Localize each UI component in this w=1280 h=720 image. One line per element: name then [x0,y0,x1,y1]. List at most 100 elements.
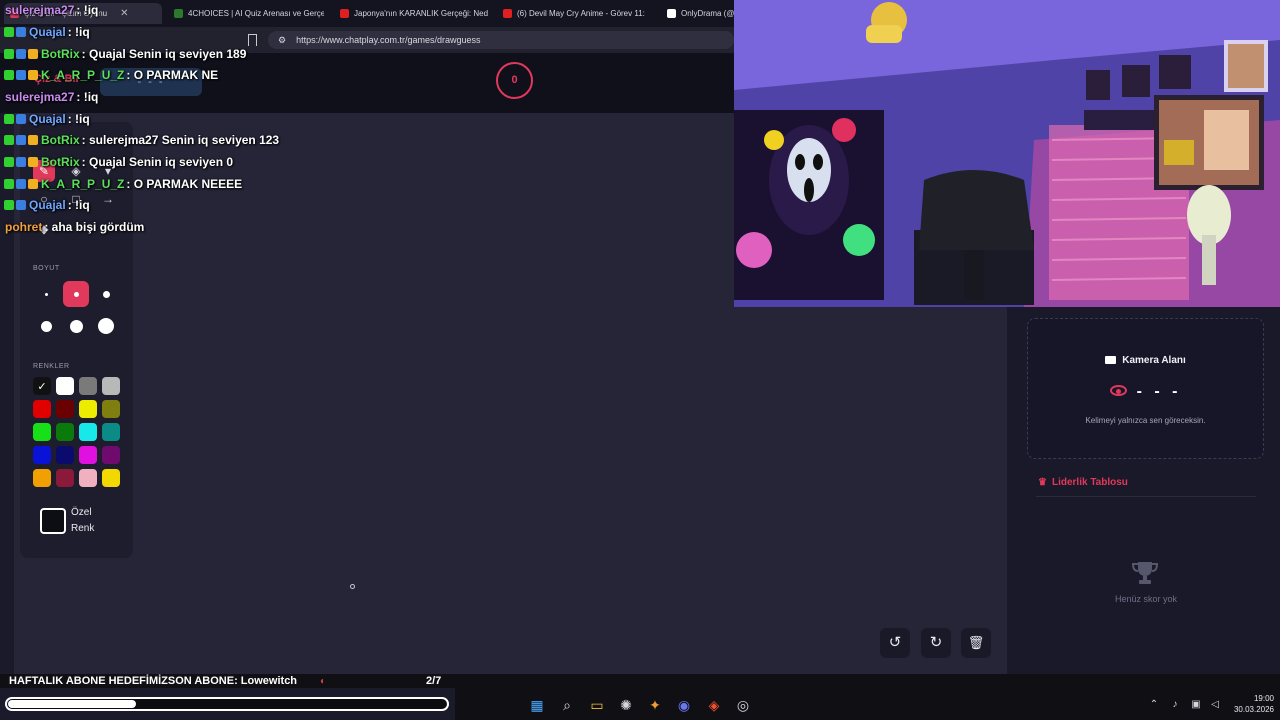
chat-text: : Quajal Senin iq seviyen 189 [81,47,247,61]
chat-badge-icon [4,200,14,210]
undo-button[interactable]: ↺ [880,628,910,658]
chat-text: : aha bişi gördüm [44,220,145,234]
color-swatch[interactable] [102,400,120,418]
chat-text: : !iq [76,90,99,104]
color-swatch[interactable] [33,400,51,418]
color-swatch[interactable] [56,446,74,464]
search-icon[interactable]: ⌕ [559,697,575,713]
windows-icon[interactable]: ▦ [529,697,545,713]
file-explorer-icon[interactable]: ▭ [589,697,605,713]
color-swatch[interactable] [102,377,120,395]
webcam-scene [734,0,1280,307]
chat-username: Quajal [29,112,66,126]
chat-username: pohret [5,220,43,234]
color-swatch[interactable] [102,446,120,464]
color-swatch[interactable] [79,400,97,418]
browser-tab-bar: Çiz & Bil - Çizim Oyunu ✕ 4CHOICES | AI … [0,0,734,27]
chat-username: BotRix [41,133,80,147]
chat-username: K_A_R_P_U_Z [41,68,125,82]
color-swatch[interactable] [33,469,51,487]
chat-badge-icon [16,135,26,145]
clear-canvas-button[interactable]: 🗑 [961,628,991,658]
color-swatch[interactable] [33,423,51,441]
tab-devil-may-cry[interactable]: (6) Devil May Cry Anime - Görev 11: [503,3,653,24]
brave-icon[interactable]: ◈ [706,697,722,713]
trophy-icon [1131,562,1159,584]
custom-color-button[interactable] [40,508,66,534]
color-swatch[interactable] [79,423,97,441]
system-clock[interactable]: 19:00 30.03.2026 [1234,693,1274,715]
chat-text: : !iq [67,25,90,39]
camera-note: Kelimeyi yalnızca sen göreceksin. [1085,416,1206,425]
chat-message: sulerejma27: !iq [4,3,98,17]
microphone-icon[interactable]: ♪ [1167,697,1183,713]
size-button-sm[interactable] [63,281,89,307]
chat-badge-icon [16,157,26,167]
chat-badge-icon [16,70,26,80]
size-button-lg[interactable] [33,313,59,339]
color-swatch[interactable]: ✓ [33,377,51,395]
chevron-up-icon[interactable]: ⌃ [1146,697,1162,713]
tab-onlydrama[interactable]: OnlyDrama (@ [667,3,734,24]
color-swatch[interactable] [56,377,74,395]
tab-4choices[interactable]: 4CHOICES | AI Quiz Arenası ve Gerçe [174,3,324,24]
color-swatch[interactable] [56,400,74,418]
goal-progress-fill [8,700,136,708]
chat-username: Quajal [29,198,66,212]
obs-icon[interactable]: ◎ [735,697,751,713]
color-swatch[interactable] [79,377,97,395]
camera-title-row: Kamera Alanı [1028,355,1263,366]
chatgpt-icon[interactable]: ✺ [618,697,634,713]
goal-count: 2/7 [426,675,442,687]
camera-title: Kamera Alanı [1122,355,1186,366]
network-icon[interactable]: ▣ [1188,697,1204,713]
chat-message: BotRix: Quajal Senin iq seviyen 0 [4,155,233,169]
chat-badge-icon [28,135,38,145]
tab-label: OnlyDrama (@ [681,9,734,18]
url-field[interactable]: ⚙ https://www.chatplay.com.tr/games/draw… [268,31,734,49]
color-swatch[interactable] [79,446,97,464]
chat-message: K_A_R_P_U_Z: O PARMAK NEEEE [4,177,242,191]
chat-badge-icon [4,157,14,167]
chat-message: Quajal: !iq [4,198,90,212]
leaderboard-empty-text: Henüz skor yok [1114,594,1178,604]
chat-badge-icon [4,179,14,189]
chat-text: : !iq [67,112,90,126]
chat-message: Quajal: !iq [4,25,90,39]
clock-date: 30.03.2026 [1233,705,1274,714]
tab-japonya[interactable]: Japonya'nın KARANLIK Gerçeği: Ned [340,3,490,24]
discord-icon[interactable]: ◉ [676,697,692,713]
size-button-md[interactable] [93,281,119,307]
leaderboard-title: Liderlik Tablosu [1051,477,1128,488]
goal-progress-bar [5,697,449,711]
size-button-xxl[interactable] [93,313,119,339]
windows-taskbar: ▦ ⌕ ▭ ✺ ✦ ◉ ◈ ◎ ⌃ ♪ ▣ ◁ 19:00 30.03.2026 [455,688,1280,720]
redo-button[interactable]: ↻ [921,628,951,658]
chat-text: : !iq [67,198,90,212]
crown-icon: ♛ [1038,477,1047,488]
chat-badge-icon [16,179,26,189]
bookmark-icon[interactable] [248,34,257,46]
app-icon[interactable]: ✦ [647,697,663,713]
chat-username: sulerejma27 [5,3,75,17]
color-swatch[interactable] [102,423,120,441]
size-button-xs[interactable] [33,281,59,307]
color-swatch[interactable] [102,469,120,487]
size-label: BOYUT [33,265,60,272]
color-swatch[interactable] [79,469,97,487]
arrow-icon[interactable]: → [97,188,119,210]
volume-icon[interactable]: ◁ [1207,697,1223,713]
chat-message: BotRix: Quajal Senin iq seviyen 189 [4,47,246,61]
x-icon [667,9,676,18]
size-button-xl[interactable] [63,313,89,339]
color-swatch[interactable] [56,469,74,487]
color-swatch[interactable] [33,446,51,464]
tab-close-icon[interactable]: ✕ [120,8,128,19]
chat-badge-icon [4,70,14,80]
goal-text: HAFTALIK ABONE HEDEFİMİZSON ABONE: Lowew… [9,675,298,687]
color-swatch[interactable] [56,423,74,441]
leaderboard-divider [1036,496,1256,497]
chat-text: : !iq [76,3,99,17]
custom-color-label: Özel Renk [71,507,95,534]
site-settings-icon[interactable]: ⚙ [278,35,286,46]
